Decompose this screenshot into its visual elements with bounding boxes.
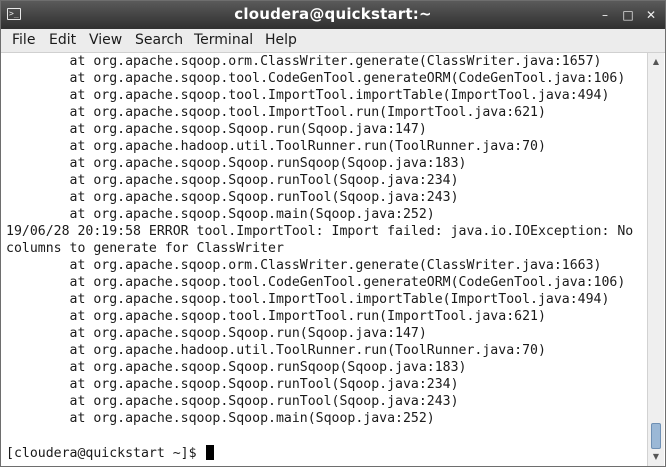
menu-file[interactable]: File [12,32,35,48]
menu-edit[interactable]: Edit [49,32,76,48]
terminal-line: at org.apache.sqoop.Sqoop.main(Sqoop.jav… [6,411,435,426]
close-button[interactable]: ✕ [642,6,660,24]
menu-search[interactable]: Search [135,32,183,48]
window-title: cloudera@quickstart:~ [234,5,432,23]
menu-help[interactable]: Help [265,32,297,48]
scroll-down-arrow-icon[interactable]: ▼ [648,450,664,464]
maximize-button[interactable]: □ [619,6,637,24]
terminal-line: at org.apache.sqoop.orm.ClassWriter.gene… [6,258,602,273]
terminal-line: at org.apache.sqoop.Sqoop.main(Sqoop.jav… [6,207,435,222]
terminal-line: at org.apache.sqoop.Sqoop.run(Sqoop.java… [6,122,427,137]
terminal-line: at org.apache.sqoop.Sqoop.run(Sqoop.java… [6,326,427,341]
title-bar[interactable]: >_ cloudera@quickstart:~ – □ ✕ [1,1,665,29]
shell-prompt: [cloudera@quickstart ~]$ [6,446,205,461]
terminal-line: at org.apache.sqoop.orm.ClassWriter.gene… [6,54,602,69]
terminal-line: columns to generate for ClassWriter [6,241,284,256]
terminal-line: at org.apache.sqoop.Sqoop.runTool(Sqoop.… [6,394,459,409]
terminal-window: >_ cloudera@quickstart:~ – □ ✕ File Edit… [0,0,666,467]
terminal-line: 19/06/28 20:19:58 ERROR tool.ImportTool:… [6,224,634,239]
terminal-output[interactable]: at org.apache.sqoop.orm.ClassWriter.gene… [1,53,647,466]
scroll-up-arrow-icon[interactable]: ▲ [648,55,664,69]
menu-bar: File Edit View Search Terminal Help [1,29,665,53]
terminal-line: at org.apache.sqoop.Sqoop.runTool(Sqoop.… [6,173,459,188]
terminal-line: at org.apache.sqoop.Sqoop.runTool(Sqoop.… [6,377,459,392]
text-cursor [205,445,214,460]
terminal-line: at org.apache.sqoop.Sqoop.runSqoop(Sqoop… [6,156,467,171]
terminal-line: at org.apache.sqoop.Sqoop.runTool(Sqoop.… [6,190,459,205]
terminal-line: at org.apache.sqoop.tool.CodeGenTool.gen… [6,71,626,86]
terminal-line: at org.apache.sqoop.tool.ImportTool.run(… [6,309,546,324]
prompt-line[interactable]: [cloudera@quickstart ~]$ [6,445,214,462]
terminal-line: at org.apache.sqoop.tool.ImportTool.run(… [6,105,546,120]
terminal-line: at org.apache.hadoop.util.ToolRunner.run… [6,343,546,358]
terminal-line: at org.apache.sqoop.Sqoop.runSqoop(Sqoop… [6,360,467,375]
scrollbar-thumb[interactable] [651,423,661,449]
terminal-line: at org.apache.hadoop.util.ToolRunner.run… [6,139,546,154]
terminal-line: at org.apache.sqoop.tool.ImportTool.impo… [6,88,610,103]
minimize-button[interactable]: – [596,6,614,24]
menu-terminal[interactable]: Terminal [194,32,253,48]
terminal-line: at org.apache.sqoop.tool.CodeGenTool.gen… [6,275,626,290]
menu-view[interactable]: View [89,32,122,48]
vertical-scrollbar[interactable]: ▲ ▼ [647,53,664,466]
terminal-line: at org.apache.sqoop.tool.ImportTool.impo… [6,292,610,307]
